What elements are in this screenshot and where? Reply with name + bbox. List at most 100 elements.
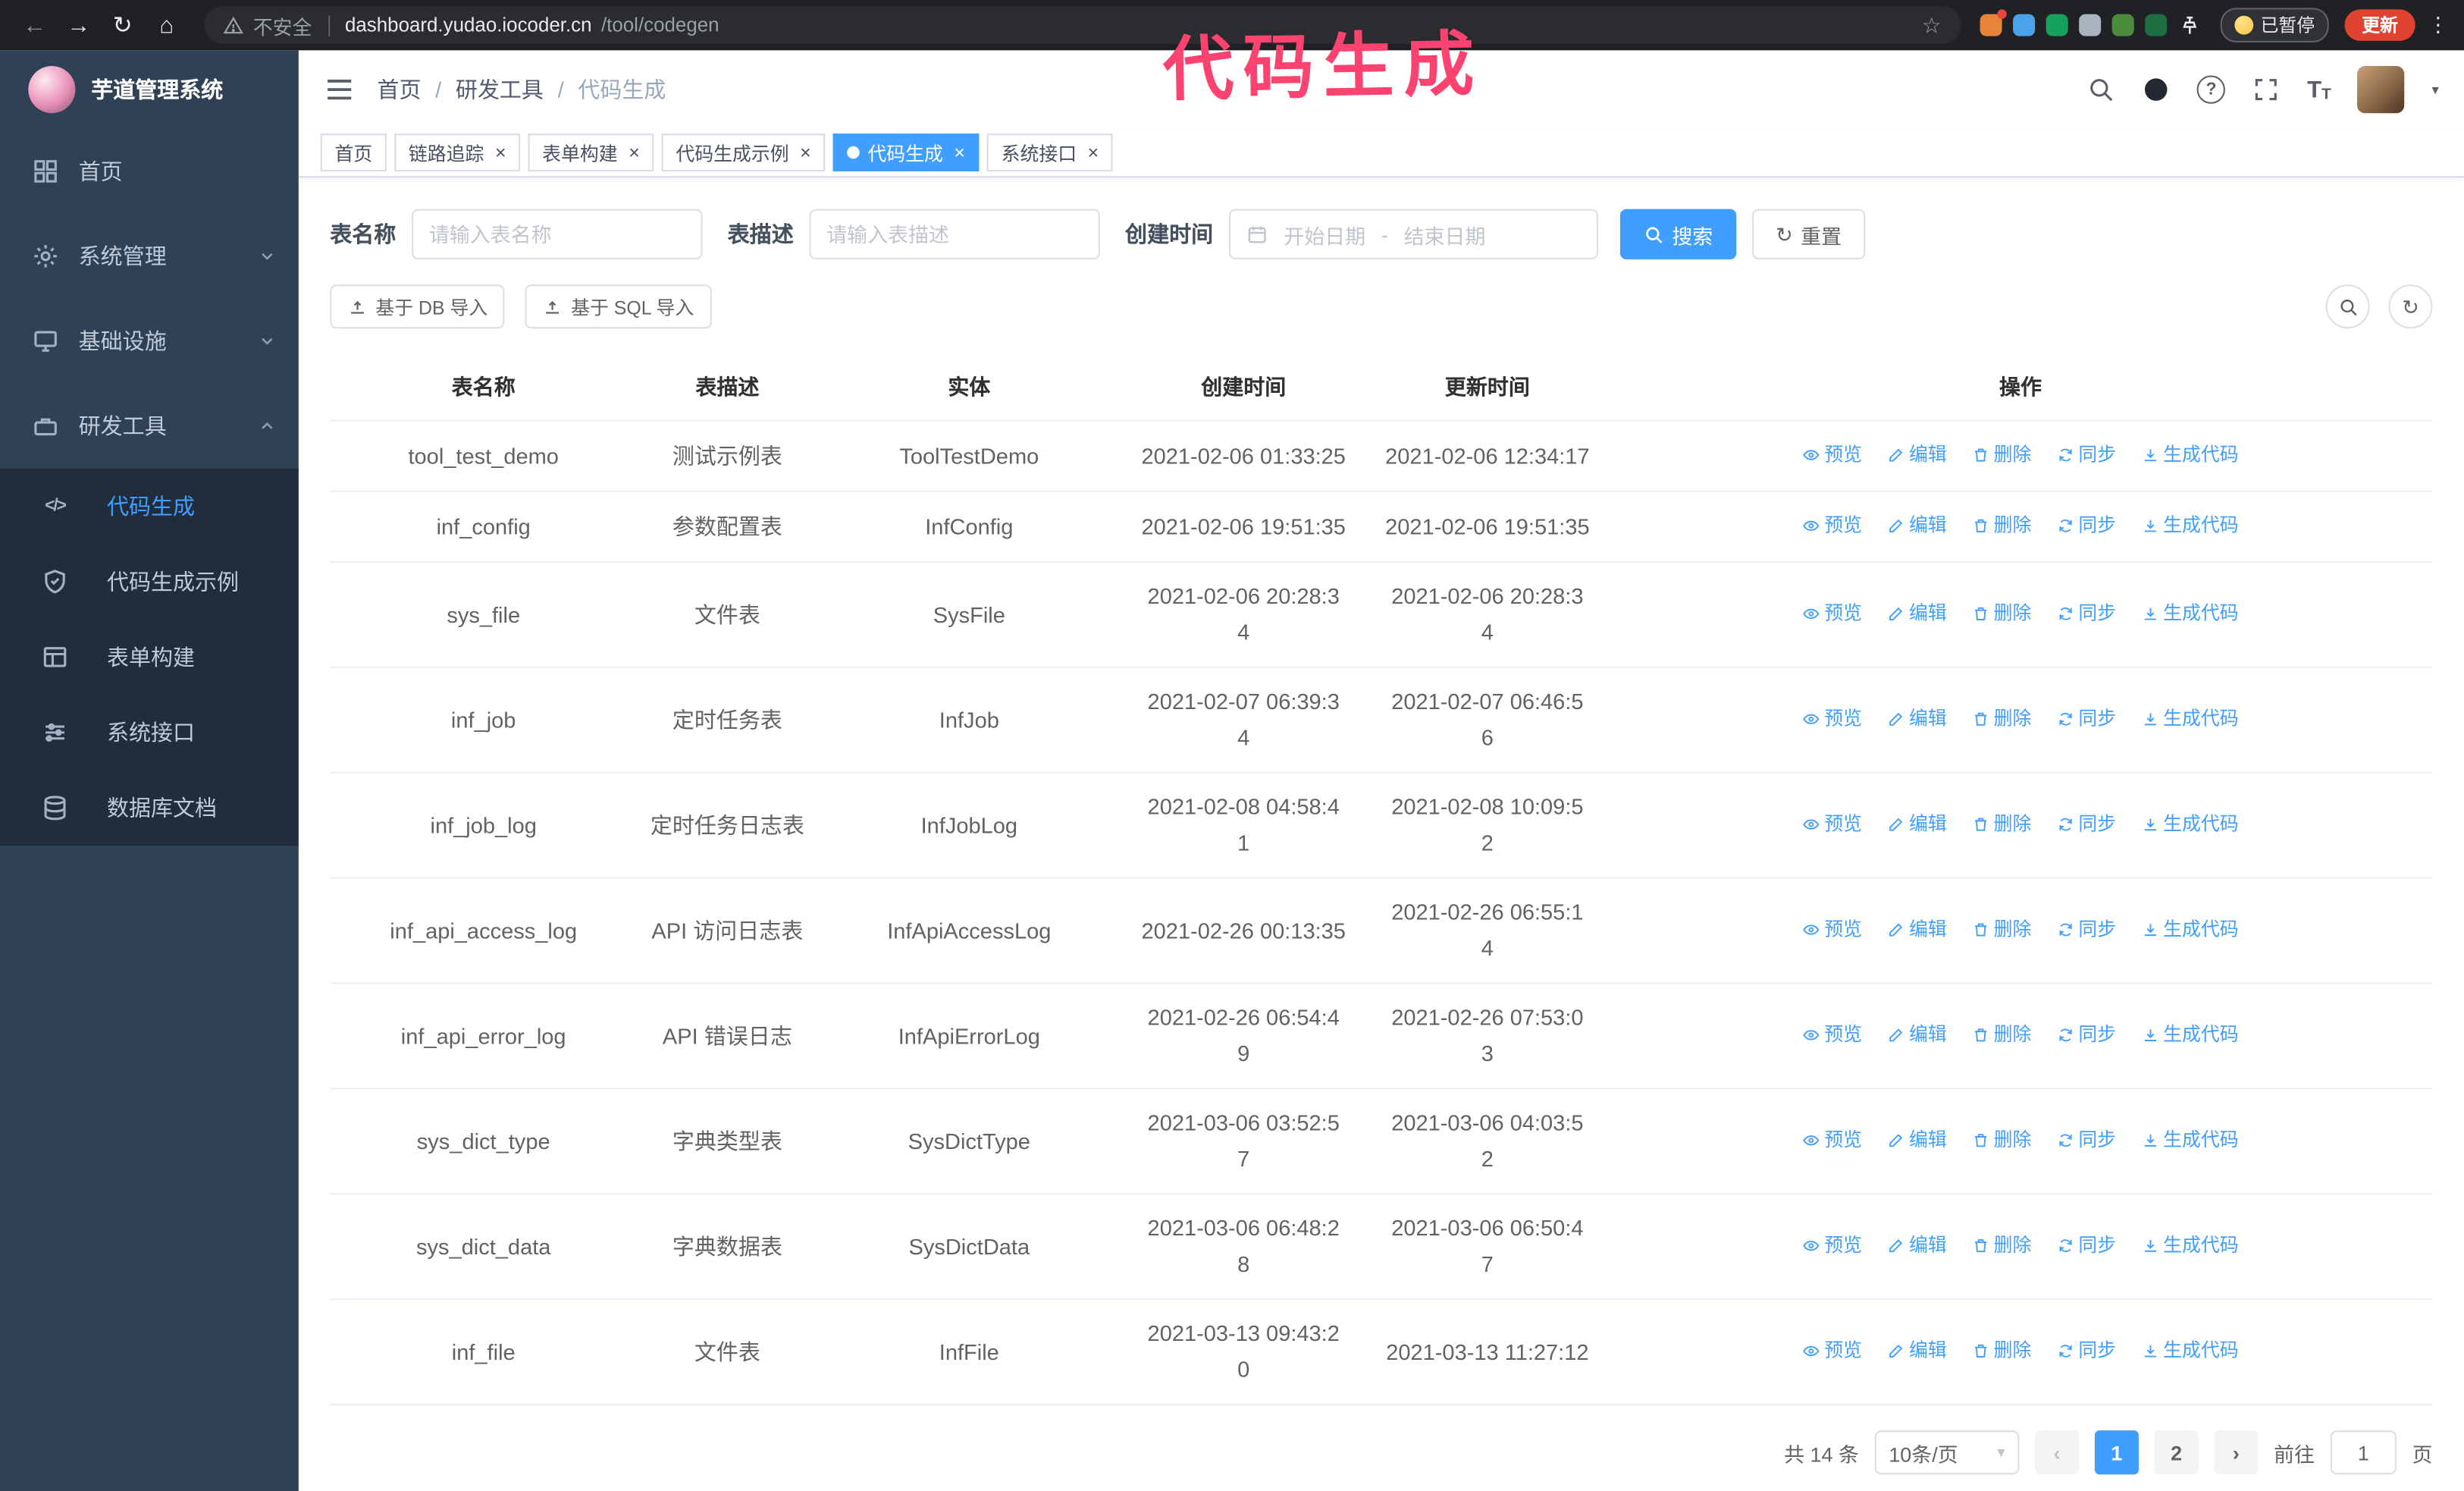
bookmark-star-icon[interactable]: ☆ xyxy=(1922,12,1942,39)
edit-link[interactable]: 编辑 xyxy=(1887,1017,1947,1053)
sync-link[interactable]: 同步 xyxy=(2056,596,2116,632)
preview-link[interactable]: 预览 xyxy=(1802,1228,1862,1264)
preview-link[interactable]: 预览 xyxy=(1802,806,1862,843)
page-button-1[interactable]: 1 xyxy=(2094,1430,2139,1475)
delete-link[interactable]: 删除 xyxy=(1972,1228,2031,1264)
generate-code-link[interactable]: 生成代码 xyxy=(2141,1017,2239,1053)
extensions-pin-icon[interactable] xyxy=(2177,14,2201,37)
breadcrumb-devtools[interactable]: 研发工具 xyxy=(456,74,544,105)
preview-link[interactable]: 预览 xyxy=(1802,1122,1862,1159)
sidebar-item-system-api[interactable]: 系统接口 xyxy=(0,695,299,770)
tab-form-builder[interactable]: 表单构建 × xyxy=(528,133,654,171)
page-size-select[interactable]: 10条/页 ▾ xyxy=(1874,1430,2020,1475)
tab-close-icon[interactable]: × xyxy=(495,143,506,162)
edit-link[interactable]: 编辑 xyxy=(1887,437,1947,473)
delete-link[interactable]: 删除 xyxy=(1972,1017,2031,1053)
browser-menu-icon[interactable]: ⋮ xyxy=(2428,13,2448,38)
sidebar-item-codegen-example[interactable]: 代码生成示例 xyxy=(0,544,299,619)
sync-link[interactable]: 同步 xyxy=(2056,806,2116,843)
extension-icon[interactable] xyxy=(2144,14,2167,36)
tab-close-icon[interactable]: × xyxy=(1088,143,1099,162)
sidebar-item-codegen[interactable]: </> 代码生成 xyxy=(0,469,299,544)
tab-codegen[interactable]: 代码生成 × xyxy=(832,133,980,171)
edit-link[interactable]: 编辑 xyxy=(1887,1122,1947,1159)
refresh-table-button[interactable]: ↻ xyxy=(2388,284,2433,329)
next-page-button[interactable]: › xyxy=(2214,1430,2259,1475)
date-range-picker[interactable]: 开始日期 - 结束日期 xyxy=(1228,209,1598,259)
font-size-icon[interactable]: TT xyxy=(2307,77,2331,103)
edit-link[interactable]: 编辑 xyxy=(1887,912,1947,948)
breadcrumb-home[interactable]: 首页 xyxy=(377,74,421,105)
delete-link[interactable]: 删除 xyxy=(1972,912,2031,948)
paused-badge[interactable]: 已暂停 xyxy=(2219,8,2329,42)
browser-forward-icon[interactable]: → xyxy=(60,6,98,44)
sync-link[interactable]: 同步 xyxy=(2056,1228,2116,1264)
preview-link[interactable]: 预览 xyxy=(1802,507,1862,544)
sidebar-item-db-docs[interactable]: 数据库文档 xyxy=(0,771,299,846)
edit-link[interactable]: 编辑 xyxy=(1887,507,1947,544)
edit-link[interactable]: 编辑 xyxy=(1887,806,1947,843)
sync-link[interactable]: 同步 xyxy=(2056,1017,2116,1053)
edit-link[interactable]: 编辑 xyxy=(1887,701,1947,737)
generate-code-link[interactable]: 生成代码 xyxy=(2141,912,2239,948)
sidebar-item-form-builder[interactable]: 表单构建 xyxy=(0,620,299,695)
sidebar-item-dev-tools[interactable]: 研发工具 xyxy=(0,384,299,469)
sync-link[interactable]: 同步 xyxy=(2056,437,2116,473)
extension-icon[interactable] xyxy=(1979,9,2006,36)
preview-link[interactable]: 预览 xyxy=(1802,1333,1862,1370)
import-db-button[interactable]: 基于 DB 导入 xyxy=(330,284,506,329)
browser-reload-icon[interactable]: ↻ xyxy=(104,6,142,44)
sidebar-item-home[interactable]: 首页 xyxy=(0,129,299,214)
edit-link[interactable]: 编辑 xyxy=(1887,1333,1947,1370)
extension-icon[interactable] xyxy=(2012,14,2035,36)
sync-link[interactable]: 同步 xyxy=(2056,701,2116,737)
search-icon[interactable] xyxy=(2087,75,2115,103)
generate-code-link[interactable]: 生成代码 xyxy=(2141,1333,2239,1370)
preview-link[interactable]: 预览 xyxy=(1802,701,1862,737)
generate-code-link[interactable]: 生成代码 xyxy=(2141,806,2239,843)
tab-system-api[interactable]: 系统接口 × xyxy=(986,133,1113,171)
sync-link[interactable]: 同步 xyxy=(2056,507,2116,544)
browser-update-button[interactable]: 更新 xyxy=(2344,9,2415,41)
tab-close-icon[interactable]: × xyxy=(800,143,811,162)
edit-link[interactable]: 编辑 xyxy=(1887,596,1947,632)
preview-link[interactable]: 预览 xyxy=(1802,912,1862,948)
github-icon[interactable] xyxy=(2142,75,2170,103)
toggle-search-button[interactable] xyxy=(2325,284,2370,329)
sync-link[interactable]: 同步 xyxy=(2056,912,2116,948)
extension-icon[interactable] xyxy=(2078,14,2101,36)
tab-codegen-example[interactable]: 代码生成示例 × xyxy=(661,133,826,171)
generate-code-link[interactable]: 生成代码 xyxy=(2141,596,2239,632)
app-logo[interactable]: 芋道管理系统 xyxy=(0,50,299,129)
chevron-down-icon[interactable]: ▾ xyxy=(2431,81,2438,99)
help-icon[interactable]: ? xyxy=(2197,75,2226,104)
extension-icon[interactable] xyxy=(2111,14,2133,36)
search-button[interactable]: 搜索 xyxy=(1619,209,1737,259)
preview-link[interactable]: 预览 xyxy=(1802,1017,1862,1053)
user-avatar[interactable] xyxy=(2358,66,2406,114)
browser-home-icon[interactable]: ⌂ xyxy=(148,6,186,44)
table-desc-input[interactable] xyxy=(809,209,1100,259)
preview-link[interactable]: 预览 xyxy=(1802,596,1862,632)
generate-code-link[interactable]: 生成代码 xyxy=(2141,507,2239,544)
prev-page-button[interactable]: ‹ xyxy=(2035,1430,2080,1475)
delete-link[interactable]: 删除 xyxy=(1972,1122,2031,1159)
collapse-sidebar-icon[interactable] xyxy=(324,74,355,105)
goto-page-input[interactable] xyxy=(2330,1430,2397,1475)
delete-link[interactable]: 删除 xyxy=(1972,701,2031,737)
generate-code-link[interactable]: 生成代码 xyxy=(2141,701,2239,737)
sidebar-item-system-management[interactable]: 系统管理 xyxy=(0,214,299,299)
delete-link[interactable]: 删除 xyxy=(1972,1333,2031,1370)
table-name-input[interactable] xyxy=(412,209,703,259)
edit-link[interactable]: 编辑 xyxy=(1887,1228,1947,1264)
extension-icon[interactable] xyxy=(2045,14,2067,36)
tab-home[interactable]: 首页 xyxy=(320,133,387,171)
tab-tracing[interactable]: 链路追踪 × xyxy=(394,133,521,171)
sidebar-item-infrastructure[interactable]: 基础设施 xyxy=(0,299,299,384)
browser-back-icon[interactable]: ← xyxy=(16,6,54,44)
preview-link[interactable]: 预览 xyxy=(1802,437,1862,473)
generate-code-link[interactable]: 生成代码 xyxy=(2141,437,2239,473)
page-button-2[interactable]: 2 xyxy=(2154,1430,2199,1475)
generate-code-link[interactable]: 生成代码 xyxy=(2141,1122,2239,1159)
sync-link[interactable]: 同步 xyxy=(2056,1333,2116,1370)
